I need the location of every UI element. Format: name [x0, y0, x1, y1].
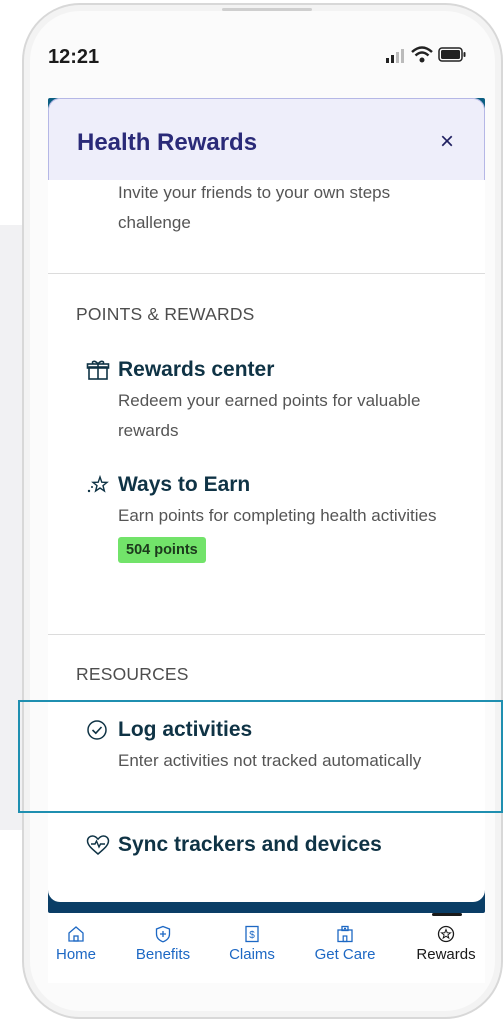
rewards-center-item[interactable]: Rewards center Redeem your earned points…: [86, 358, 466, 446]
heart-pulse-icon: [86, 835, 110, 855]
gift-icon: [86, 360, 110, 380]
status-bar: [48, 28, 468, 88]
hospital-icon: [337, 925, 353, 943]
sync-trackers-title: Sync trackers and devices: [118, 833, 382, 856]
home-icon: [68, 926, 84, 942]
tab-rewards[interactable]: Rewards: [402, 913, 490, 963]
tab-benefits[interactable]: Benefits: [119, 913, 207, 963]
ways-to-earn-title: Ways to Earn: [118, 473, 251, 496]
rewards-star-icon: [437, 925, 455, 943]
tab-home-label: Home: [55, 946, 96, 963]
section-label-points-rewards: POINTS & REWARDS: [76, 304, 255, 324]
shield-plus-icon: [155, 925, 171, 943]
phone-speaker: [222, 8, 312, 11]
battery-icon: [438, 47, 466, 62]
sync-trackers-item[interactable]: Sync trackers and devices: [86, 833, 466, 857]
rewards-center-title: Rewards center: [118, 358, 275, 381]
intro-text: Invite your friends to your own steps ch…: [118, 183, 391, 232]
wifi-icon: [411, 46, 433, 63]
tab-home[interactable]: Home: [32, 913, 120, 963]
ways-to-earn-description: Earn points for completing health activi…: [118, 506, 437, 525]
tab-claims[interactable]: $ Claims: [208, 913, 296, 963]
section-label-resources: RESOURCES: [76, 664, 189, 684]
signal-icon: [386, 49, 404, 63]
ways-to-earn-item[interactable]: Ways to Earn Earn points for completing …: [86, 473, 466, 563]
tab-get-care[interactable]: Get Care: [301, 913, 389, 963]
bottom-tab-bar: Home Benefits $ Claims Get Care Rewards: [48, 913, 485, 983]
divider: [48, 634, 485, 635]
active-tab-indicator: [432, 913, 462, 916]
status-icons: [386, 46, 466, 63]
sheet-title: Health Rewards: [77, 129, 258, 156]
sparkle-star-icon: [87, 474, 109, 493]
svg-text:$: $: [249, 930, 255, 941]
dollar-document-icon: $: [245, 925, 259, 943]
tab-claims-label: Claims: [229, 946, 275, 963]
tab-benefits-label: Benefits: [135, 946, 191, 963]
tab-rewards-label: Rewards: [416, 946, 476, 963]
highlight-box: [18, 700, 503, 813]
tab-get-care-label: Get Care: [314, 946, 376, 963]
sheet-header: Health Rewards ×: [48, 98, 485, 180]
rewards-center-description: Redeem your earned points for valuable r…: [118, 391, 421, 440]
divider: [48, 273, 485, 274]
points-badge: 504 points: [118, 537, 206, 563]
close-button[interactable]: ×: [432, 127, 462, 157]
